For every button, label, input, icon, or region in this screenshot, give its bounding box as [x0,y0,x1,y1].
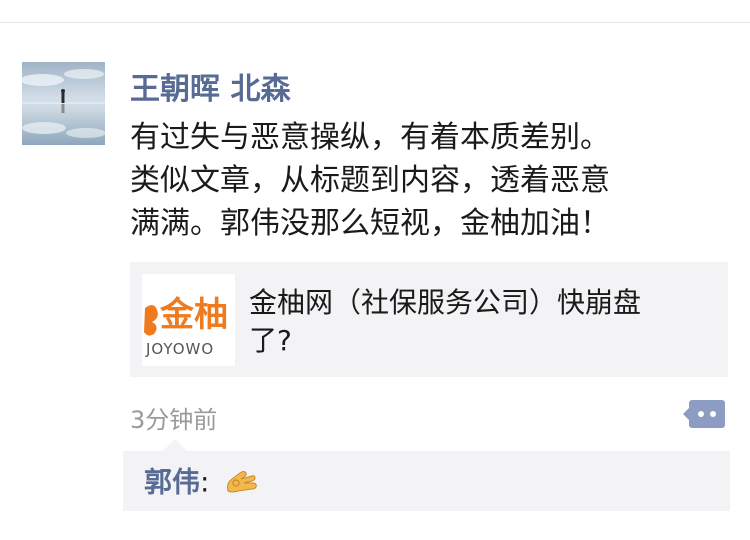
commenter-name[interactable]: 郭伟 [144,466,200,499]
post-time: 3分钟前 [130,406,218,434]
ok-hand-emoji-icon [224,465,258,502]
link-title-line: 金柚网（社保服务公司）快崩盘 [249,286,642,319]
moments-post: 王朝晖 北森 有过失与恶意操纵，有着本质差别。 类似文章，从标题到内容，透着恶意… [0,0,750,540]
post-text: 有过失与恶意操纵，有着本质差别。 类似文章，从标题到内容，透着恶意 满满。郭伟没… [130,116,730,245]
joyowo-logo-icon: 金柚 JOYOWO [144,295,228,358]
comment-separator: : [200,465,210,499]
thumbnail-logo-text: 金柚 [159,295,228,335]
comments-section: 郭伟: [123,439,730,511]
avatar[interactable] [22,62,105,145]
author-name[interactable]: 王朝晖 北森 [130,64,290,108]
link-title-line: 了? [249,324,292,357]
link-title: 金柚网（社保服务公司）快崩盘 了? [249,284,717,360]
comment-bubble-icon [683,400,725,428]
comment-button[interactable] [683,398,726,430]
post-text-line: 满满。郭伟没那么短视，金柚加油！ [130,206,610,241]
post-text-line: 有过失与恶意操纵，有着本质差别。 [130,120,610,155]
link-thumbnail: 金柚 JOYOWO [142,274,235,366]
thumbnail-logo-subtext: JOYOWO [145,340,214,358]
shared-link-card[interactable]: 金柚 JOYOWO 金柚网（社保服务公司）快崩盘 了? [130,262,728,377]
post-text-line: 类似文章，从标题到内容，透着恶意 [130,163,610,198]
comments-pointer [163,439,187,451]
avatar-image [22,62,105,145]
comment-box: 郭伟: [123,451,730,511]
comment-item[interactable]: 郭伟: [144,465,258,502]
top-divider [0,22,750,23]
